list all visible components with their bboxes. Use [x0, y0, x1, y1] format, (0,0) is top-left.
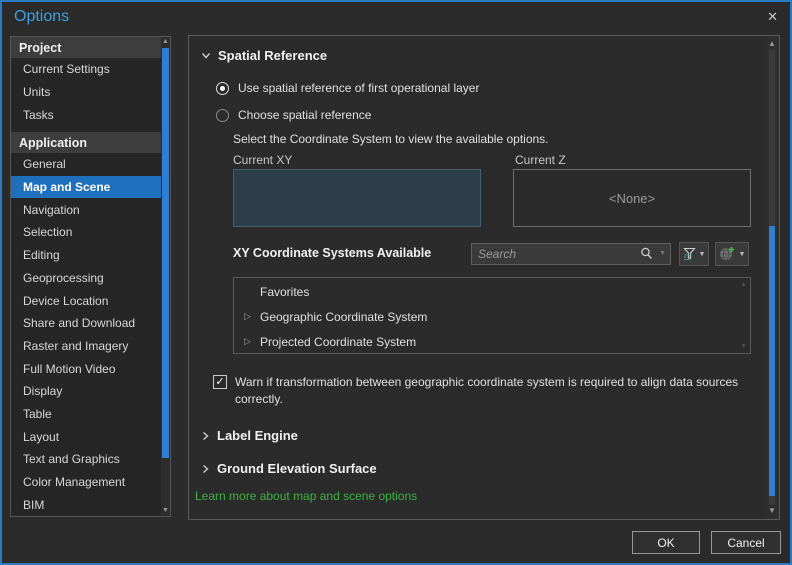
spatial-reference-section-header[interactable]: Spatial Reference [201, 48, 327, 63]
warn-transformation-checkbox-row[interactable]: ✓ Warn if transformation between geograp… [213, 374, 757, 408]
main-scrollbar-thumb[interactable] [769, 226, 775, 496]
current-z-label: Current Z [515, 153, 566, 167]
current-xy-value-box[interactable] [233, 169, 481, 227]
tree-item-geographic-coordinate-system[interactable]: ▷ Geographic Coordinate System [234, 304, 750, 329]
chevron-right-icon [203, 464, 209, 473]
ok-button[interactable]: OK [632, 531, 700, 554]
sidebar-item-share-and-download[interactable]: Share and Download [11, 312, 161, 335]
chevron-down-icon [201, 53, 211, 59]
sidebar-scrollbar[interactable]: ▲ ▼ [161, 37, 170, 516]
scroll-up-icon[interactable]: ▲ [765, 38, 779, 50]
close-icon[interactable]: ✕ [767, 9, 778, 25]
learn-more-link[interactable]: Learn more about map and scene options [195, 489, 417, 503]
sidebar-item-color-management[interactable]: Color Management [11, 471, 161, 494]
sidebar-item-editing[interactable]: Editing [11, 244, 161, 267]
tree-item-projected-coordinate-system[interactable]: ▷ Projected Coordinate System [234, 329, 750, 354]
sidebar-item-text-and-graphics[interactable]: Text and Graphics [11, 448, 161, 471]
scroll-down-icon[interactable]: ▼ [161, 506, 170, 516]
filter-icon [682, 247, 696, 260]
sidebar-item-table[interactable]: Table [11, 403, 161, 426]
cancel-button[interactable]: Cancel [711, 531, 781, 554]
filter-caret-icon: ▼ [698, 250, 706, 258]
radio-use-first-layer[interactable]: Use spatial reference of first operation… [216, 81, 479, 95]
expander-icon[interactable]: ▷ [244, 311, 260, 322]
label-engine-section-header[interactable]: Label Engine [201, 428, 298, 443]
sidebar-section-project: Project [11, 37, 161, 58]
sidebar-item-selection[interactable]: Selection [11, 221, 161, 244]
coordinate-system-tree: Favorites ▷ Geographic Coordinate System… [233, 277, 751, 354]
xy-systems-available-label: XY Coordinate Systems Available [233, 246, 432, 260]
sidebar-item-current-settings[interactable]: Current Settings [11, 58, 161, 81]
globe-caret-icon: ▼ [738, 250, 746, 258]
ground-elevation-surface-section-header[interactable]: Ground Elevation Surface [201, 461, 377, 476]
tree-item-favorites[interactable]: Favorites [234, 279, 750, 304]
chevron-right-icon [203, 431, 209, 440]
search-options-caret-icon[interactable]: ▼ [659, 250, 666, 257]
section-title: Ground Elevation Surface [217, 461, 377, 476]
tree-scroll-down-icon[interactable]: ▼ [740, 343, 747, 350]
section-title: Label Engine [217, 428, 298, 443]
radio-button-icon[interactable] [216, 108, 229, 122]
search-icon[interactable] [640, 247, 653, 260]
section-title: Spatial Reference [218, 48, 328, 63]
sidebar-item-raster-and-imagery[interactable]: Raster and Imagery [11, 335, 161, 358]
sidebar-item-map-and-scene[interactable]: Map and Scene [11, 175, 161, 199]
sidebar-section-application: Application [11, 132, 161, 154]
scroll-up-icon[interactable]: ▲ [161, 37, 170, 47]
scroll-down-icon[interactable]: ▼ [765, 505, 779, 517]
checkbox-checked-icon[interactable]: ✓ [213, 375, 227, 389]
radio-label: Choose spatial reference [238, 108, 372, 122]
options-main-panel: Spatial Reference Use spatial reference … [188, 35, 780, 520]
dialog-title: Options [14, 8, 70, 25]
sidebar-item-general[interactable]: General [11, 153, 161, 176]
sidebar-item-display[interactable]: Display [11, 380, 161, 403]
tree-item-label: Favorites [260, 284, 310, 299]
sidebar-item-bim[interactable]: BIM [11, 493, 161, 516]
warn-transformation-label: Warn if transformation between geographi… [235, 375, 739, 406]
sidebar-item-tasks[interactable]: Tasks [11, 103, 161, 126]
globe-add-icon [719, 247, 734, 261]
sidebar-item-device-location[interactable]: Device Location [11, 289, 161, 312]
current-xy-label: Current XY [233, 153, 293, 167]
main-scrollbar[interactable]: ▲ ▼ [765, 36, 779, 519]
filter-button[interactable]: ▼ [679, 242, 709, 266]
search-box: ▼ [471, 243, 671, 265]
sidebar-item-full-motion-video[interactable]: Full Motion Video [11, 357, 161, 380]
options-dialog: Options ✕ Project Current Settings Units… [0, 0, 792, 565]
radio-button-icon[interactable] [216, 81, 229, 95]
sidebar-item-units[interactable]: Units [11, 81, 161, 104]
current-z-value-box[interactable]: <None> [513, 169, 751, 227]
current-z-value: <None> [608, 190, 656, 206]
tree-item-label: Geographic Coordinate System [260, 309, 428, 324]
sidebar-item-geoprocessing[interactable]: Geoprocessing [11, 267, 161, 290]
sidebar-scrollbar-thumb[interactable] [162, 48, 169, 458]
add-coordinate-system-button[interactable]: ▼ [715, 242, 749, 266]
radio-label: Use spatial reference of first operation… [238, 81, 480, 95]
radio-choose-spatial-reference[interactable]: Choose spatial reference [216, 108, 371, 122]
sidebar-item-navigation[interactable]: Navigation [11, 198, 161, 221]
options-sidebar: Project Current Settings Units Tasks App… [10, 36, 171, 517]
expander-icon[interactable]: ▷ [244, 336, 260, 347]
tree-scroll-up-icon[interactable]: ▲ [740, 281, 747, 288]
coordinate-system-instruction: Select the Coordinate System to view the… [233, 132, 549, 146]
tree-item-label: Projected Coordinate System [260, 334, 417, 349]
sidebar-item-layout[interactable]: Layout [11, 425, 161, 448]
